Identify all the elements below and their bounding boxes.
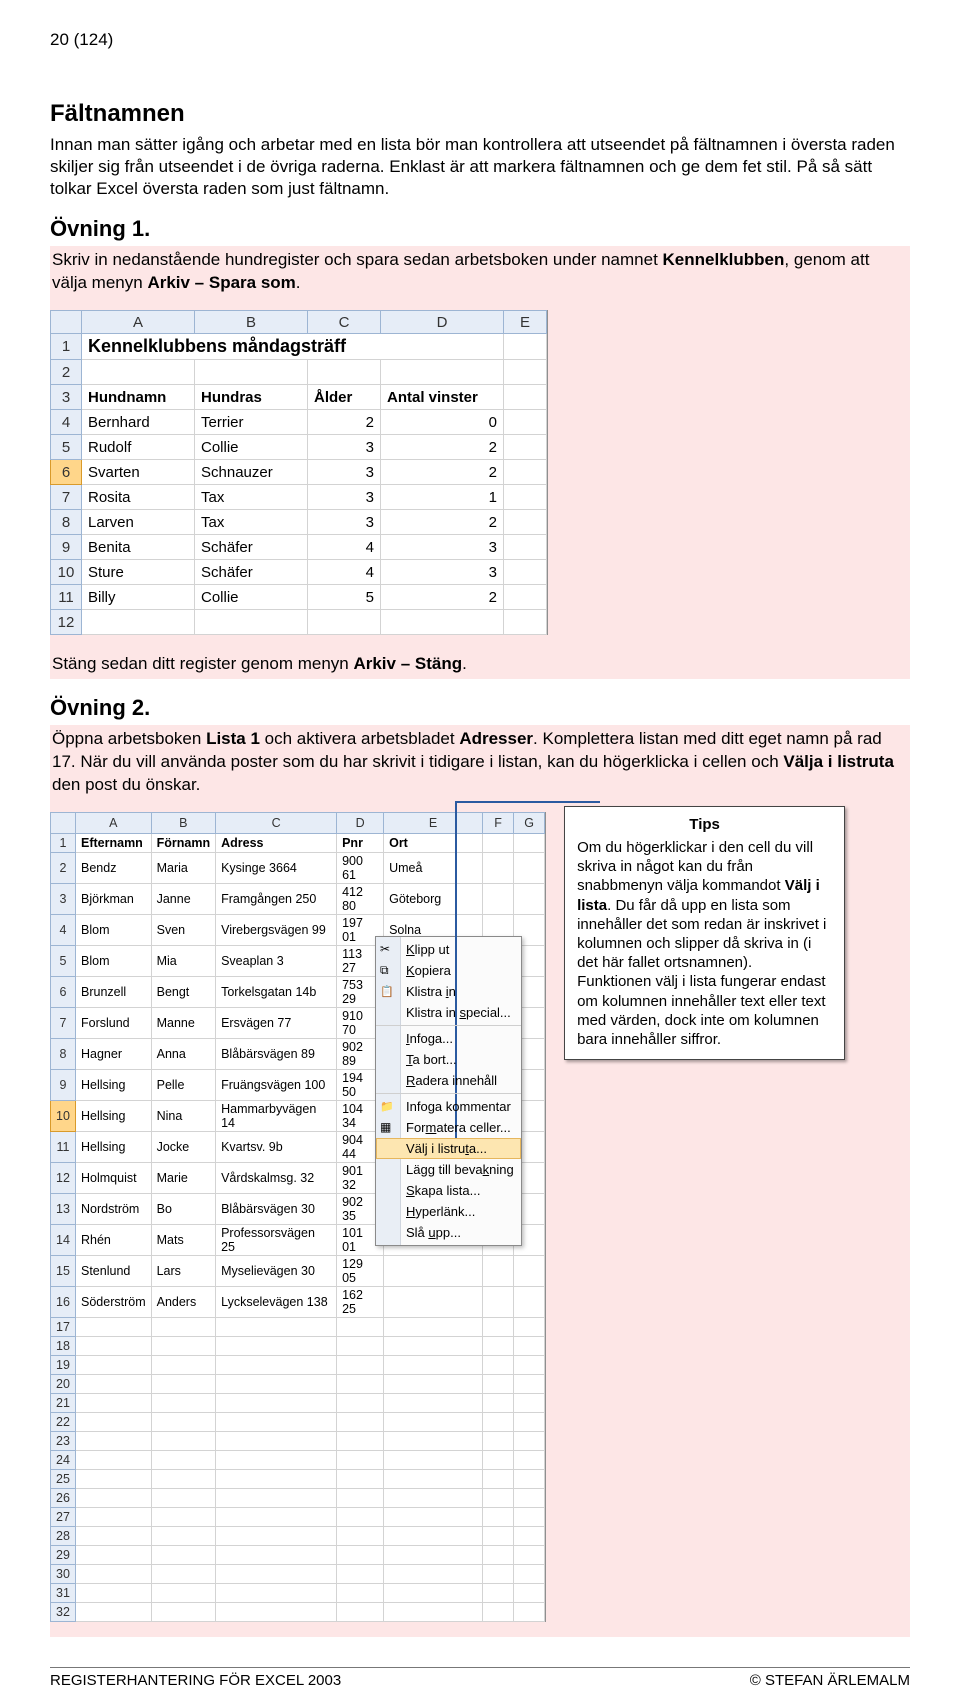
context-menu-item[interactable]: Välj i listruta... [376, 1138, 521, 1159]
context-menu-item[interactable]: Klistra in [376, 981, 521, 1002]
context-menu-item[interactable]: Slå upp... [376, 1222, 521, 1243]
excel-area: ABCDEFG1EfternamnFörnamnAdressPnrOrt2Ben… [50, 806, 546, 1637]
ex2-c: och aktivera arbetsbladet [260, 729, 459, 748]
intro-paragraph: Innan man sätter igång och arbetar med e… [50, 134, 910, 200]
context-menu-label: Välj i listruta... [406, 1141, 487, 1156]
ex2-f: Välja i listruta [783, 752, 894, 771]
tips-p1a: Om du högerklickar i den cell du vill sk… [577, 839, 813, 894]
section-title: Fältnamnen [50, 100, 910, 128]
ex1-e: . [296, 273, 301, 292]
ex1-d: Arkiv – Spara som [147, 273, 295, 292]
context-menu-label: Klipp ut [406, 942, 449, 957]
scissors-icon [380, 941, 396, 957]
exercise-1-text: Skriv in nedanstående hundregister och s… [50, 246, 910, 298]
context-menu-item[interactable]: Kopiera [376, 960, 521, 981]
context-menu[interactable]: Klipp ut Kopiera Klistra in Klistra in spec… [375, 936, 522, 1246]
ex2-g: den post du önskar. [52, 775, 200, 794]
footer-left: REGISTERHANTERING FÖR EXCEL 2003 [50, 1672, 341, 1689]
exercise-1-title: Övning 1. [50, 216, 910, 242]
context-menu-item[interactable]: Lägg till bevakning [376, 1159, 521, 1180]
ex1-close-c: . [462, 654, 467, 673]
context-menu-item[interactable]: Infoga... [376, 1028, 521, 1049]
tips-title: Tips [577, 815, 832, 834]
context-menu-label: Hyperlänk... [406, 1204, 475, 1219]
context-menu-separator [376, 1093, 521, 1094]
tips-box: Tips Om du högerklickar i den cell du vi… [564, 806, 845, 1060]
ex2-a: Öppna arbetsboken [52, 729, 206, 748]
context-menu-label: Infoga... [406, 1031, 453, 1046]
exercise-2-title: Övning 2. [50, 695, 910, 721]
context-menu-label: Klistra in [406, 984, 456, 999]
context-menu-item[interactable]: Hyperlänk... [376, 1201, 521, 1222]
ex1-a: Skriv in nedanstående hundregister och s… [52, 250, 663, 269]
context-menu-label: Klistra in special... [406, 1005, 511, 1020]
context-menu-label: Ta bort... [406, 1052, 457, 1067]
context-menu-label: Skapa lista... [406, 1183, 480, 1198]
context-menu-label: Infoga kommentar [406, 1099, 511, 1114]
ex1-close-a: Stäng sedan ditt register genom menyn [52, 654, 353, 673]
context-menu-item[interactable]: Klipp ut [376, 939, 521, 960]
context-menu-item[interactable]: Radera innehåll [376, 1070, 521, 1091]
context-menu-item[interactable]: Skapa lista... [376, 1180, 521, 1201]
tips-p1c: . Du får då upp en lista som innehåller … [577, 897, 826, 972]
context-menu-item[interactable]: Formatera celler... [376, 1117, 521, 1138]
folder-icon [380, 1098, 396, 1114]
context-menu-label: Radera innehåll [406, 1073, 497, 1088]
footer: REGISTERHANTERING FÖR EXCEL 2003 © STEFA… [50, 1667, 910, 1689]
exercise-1-close: Stäng sedan ditt register genom menyn Ar… [50, 650, 910, 679]
copy-icon [380, 962, 396, 978]
tips-p2: Funktionen välj i lista fungerar endast … [577, 973, 825, 1048]
format-icon [380, 1119, 396, 1135]
ex1-close-b: Arkiv – Stäng [353, 654, 462, 673]
ex2-b: Lista 1 [206, 729, 260, 748]
context-menu-item[interactable]: Ta bort... [376, 1049, 521, 1070]
footer-right: © STEFAN ÄRLEMALM [750, 1672, 910, 1689]
context-menu-item[interactable]: Infoga kommentar [376, 1096, 521, 1117]
context-menu-label: Formatera celler... [406, 1120, 511, 1135]
callout-line-h [455, 801, 600, 803]
context-menu-separator [376, 1025, 521, 1026]
exercise-2-text: Öppna arbetsboken Lista 1 och aktivera a… [50, 725, 910, 800]
ex1-b: Kennelklubben [663, 250, 785, 269]
context-menu-item[interactable]: Klistra in special... [376, 1002, 521, 1023]
ex2-d: Adresser [459, 729, 533, 748]
context-menu-label: Lägg till bevakning [406, 1162, 514, 1177]
context-menu-label: Kopiera [406, 963, 451, 978]
paste-icon [380, 983, 396, 999]
page-number: 20 (124) [50, 30, 910, 50]
context-menu-label: Slå upp... [406, 1225, 461, 1240]
excel-table-1: ABCDE1Kennelklubbens måndagsträff23Hundn… [50, 310, 548, 635]
